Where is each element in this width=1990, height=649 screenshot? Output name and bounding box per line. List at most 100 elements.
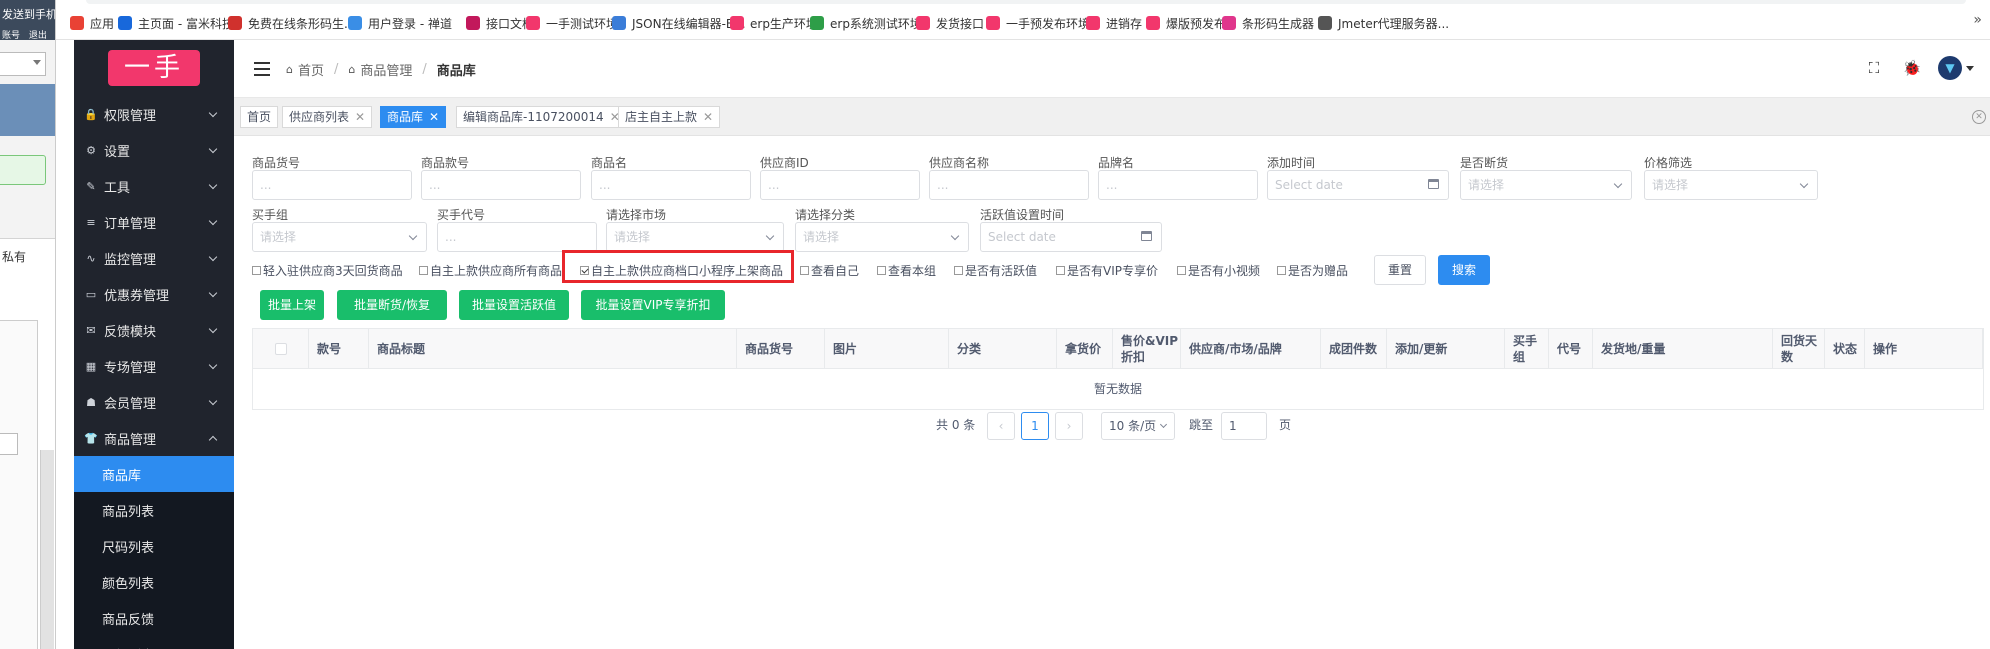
bookmark-item[interactable]: erp系统测试环境	[810, 14, 922, 32]
checkbox-icon[interactable]	[252, 266, 261, 275]
filter-select[interactable]: 请选择	[606, 222, 784, 252]
sidebar-item[interactable]: ∿ 监控管理	[74, 240, 234, 276]
close-icon[interactable]: ✕	[429, 110, 439, 124]
filter-select[interactable]: 请选择	[252, 222, 427, 252]
checkbox-icon[interactable]	[954, 266, 963, 275]
page-size-select[interactable]: 10 条/页	[1101, 412, 1175, 440]
filter-input[interactable]: ...	[252, 170, 412, 200]
filter-checkbox[interactable]: 查看本组	[877, 262, 936, 279]
filter-checkbox[interactable]: 自主上款供应商所有商品	[419, 262, 562, 279]
close-icon[interactable]: ✕	[355, 110, 365, 124]
close-tags-icon[interactable]: ✕	[1972, 110, 1986, 124]
sidebar-subitem[interactable]: 上新列表	[74, 636, 234, 649]
send-to-phone-text[interactable]: 发送到手机	[2, 6, 55, 22]
filter-input[interactable]: ...	[421, 170, 581, 200]
left-scrollbar[interactable]	[40, 450, 54, 649]
checkbox-icon[interactable]	[1177, 266, 1186, 275]
bookmark-item[interactable]: erp生产环境	[730, 14, 818, 32]
table-column-header: 分类	[949, 329, 1057, 369]
filter-select[interactable]: 请选择	[1460, 170, 1632, 200]
bookmark-item[interactable]: 免费在线条形码生...	[228, 14, 355, 32]
sidebar-item[interactable]: ≡ 订单管理	[74, 204, 234, 240]
filter-checkbox[interactable]: 是否有小视频	[1177, 262, 1260, 279]
bookmark-item[interactable]: 一手测试环境	[526, 14, 618, 32]
bookmark-item[interactable]: 发货接口	[916, 14, 984, 32]
filter-input[interactable]: ...	[929, 170, 1089, 200]
filter-checkbox[interactable]: 轻入驻供应商3天回货商品	[252, 262, 403, 279]
left-select[interactable]	[0, 52, 46, 76]
fullscreen-icon[interactable]: ⛶	[1862, 56, 1886, 80]
reset-button[interactable]: 重置	[1374, 255, 1426, 285]
bookmarks-overflow-button[interactable]: »	[1973, 12, 1982, 28]
checkbox-icon[interactable]	[800, 266, 809, 275]
tab-tag[interactable]: 编辑商品库-1107200014 ✕	[456, 106, 627, 128]
breadcrumb-home[interactable]: 首页	[298, 60, 324, 79]
select-all-column[interactable]	[253, 329, 309, 369]
avatar[interactable]: ▼	[1938, 56, 1962, 80]
checkbox-icon[interactable]	[1056, 266, 1065, 275]
bookmark-item[interactable]: Jmeter代理服务器...	[1318, 14, 1449, 32]
bookmark-item[interactable]: 接口文档	[466, 14, 534, 32]
batch-button[interactable]: 批量断货/恢复	[337, 290, 447, 320]
filter-input[interactable]: ...	[760, 170, 920, 200]
bookmark-item[interactable]: 一手预发布环境	[986, 14, 1090, 32]
filter-checkbox[interactable]: 是否为赠品	[1277, 262, 1348, 279]
batch-button[interactable]: 批量设置活跃值	[459, 290, 569, 320]
users-icon: ☗	[86, 395, 96, 409]
logout-link[interactable]: 退出	[29, 31, 47, 41]
bookmark-item[interactable]: 主页面 - 富米科技	[118, 14, 234, 32]
batch-button[interactable]: 批量设置VIP专享折扣	[581, 290, 725, 320]
sidebar-item[interactable]: ☗ 会员管理	[74, 384, 234, 420]
filter-date-picker[interactable]: Select date	[1267, 170, 1449, 200]
sidebar-subitem[interactable]: 商品反馈	[74, 600, 234, 636]
sidebar-item[interactable]: ▭ 优惠券管理	[74, 276, 234, 312]
filter-input[interactable]: ...	[591, 170, 751, 200]
page-1-button[interactable]: 1	[1021, 412, 1049, 440]
sidebar-item[interactable]: ✉ 反馈模块	[74, 312, 234, 348]
filter-checkbox[interactable]: 是否有活跃值	[954, 262, 1037, 279]
tab-tag[interactable]: 商品库 ✕	[380, 106, 447, 128]
checkbox-icon[interactable]	[1277, 266, 1286, 275]
filter-select[interactable]: 请选择	[795, 222, 969, 252]
close-icon[interactable]: ✕	[703, 110, 713, 124]
app-logo[interactable]: 一手	[108, 50, 200, 86]
prev-page-button[interactable]: ‹	[987, 412, 1015, 440]
sidebar-item[interactable]: 🔒 权限管理	[74, 96, 234, 132]
left-input[interactable]	[0, 433, 18, 455]
filter-checkbox[interactable]: 是否有VIP专享价	[1056, 262, 1158, 279]
bookmark-item[interactable]: 应用	[70, 14, 114, 32]
bookmark-item[interactable]: 进销存	[1086, 14, 1142, 32]
filter-checkbox[interactable]: 查看自己	[800, 262, 859, 279]
next-page-button[interactable]: ›	[1055, 412, 1083, 440]
tab-tag[interactable]: 供应商列表 ✕	[282, 106, 373, 128]
filter-date-picker[interactable]: Select date	[980, 222, 1162, 252]
jump-page-input[interactable]: 1	[1221, 412, 1267, 440]
sidebar-subitem[interactable]: 尺码列表	[74, 528, 234, 564]
sidebar-item[interactable]: 👕 商品管理	[74, 420, 234, 456]
bookmark-item[interactable]: JSON在线编辑器-B...	[612, 14, 746, 32]
search-button[interactable]: 搜索	[1438, 255, 1490, 285]
bookmark-item[interactable]: 用户登录 - 禅道	[348, 14, 452, 32]
bookmark-item[interactable]: 爆版预发布	[1146, 14, 1226, 32]
batch-button[interactable]: 批量上架	[260, 290, 324, 320]
filter-select[interactable]: 请选择	[1644, 170, 1818, 200]
account-link[interactable]: 账号	[2, 31, 20, 41]
checkbox-icon[interactable]	[419, 266, 428, 275]
bug-icon[interactable]: 🐞	[1900, 56, 1924, 80]
breadcrumb-parent[interactable]: 商品管理	[360, 60, 412, 79]
chevron-down-icon[interactable]	[1966, 65, 1974, 71]
filter-input[interactable]: ...	[437, 222, 597, 252]
filter-input[interactable]: ...	[1098, 170, 1258, 200]
sidebar-subitem[interactable]: 商品列表	[74, 492, 234, 528]
sidebar-item[interactable]: ⚙ 设置	[74, 132, 234, 168]
bookmark-item[interactable]: 条形码生成器	[1222, 14, 1314, 32]
tab-tag[interactable]: 首页	[240, 106, 279, 128]
sidebar-item[interactable]: ▦ 专场管理	[74, 348, 234, 384]
sidebar-subitem[interactable]: 商品库	[74, 456, 234, 492]
select-all-checkbox[interactable]	[274, 343, 287, 355]
menu-toggle-icon[interactable]	[254, 62, 270, 76]
sidebar-item[interactable]: ✎ 工具	[74, 168, 234, 204]
sidebar-subitem[interactable]: 颜色列表	[74, 564, 234, 600]
checkbox-icon[interactable]	[877, 266, 886, 275]
tab-tag[interactable]: 店主自主上款 ✕	[618, 106, 721, 128]
